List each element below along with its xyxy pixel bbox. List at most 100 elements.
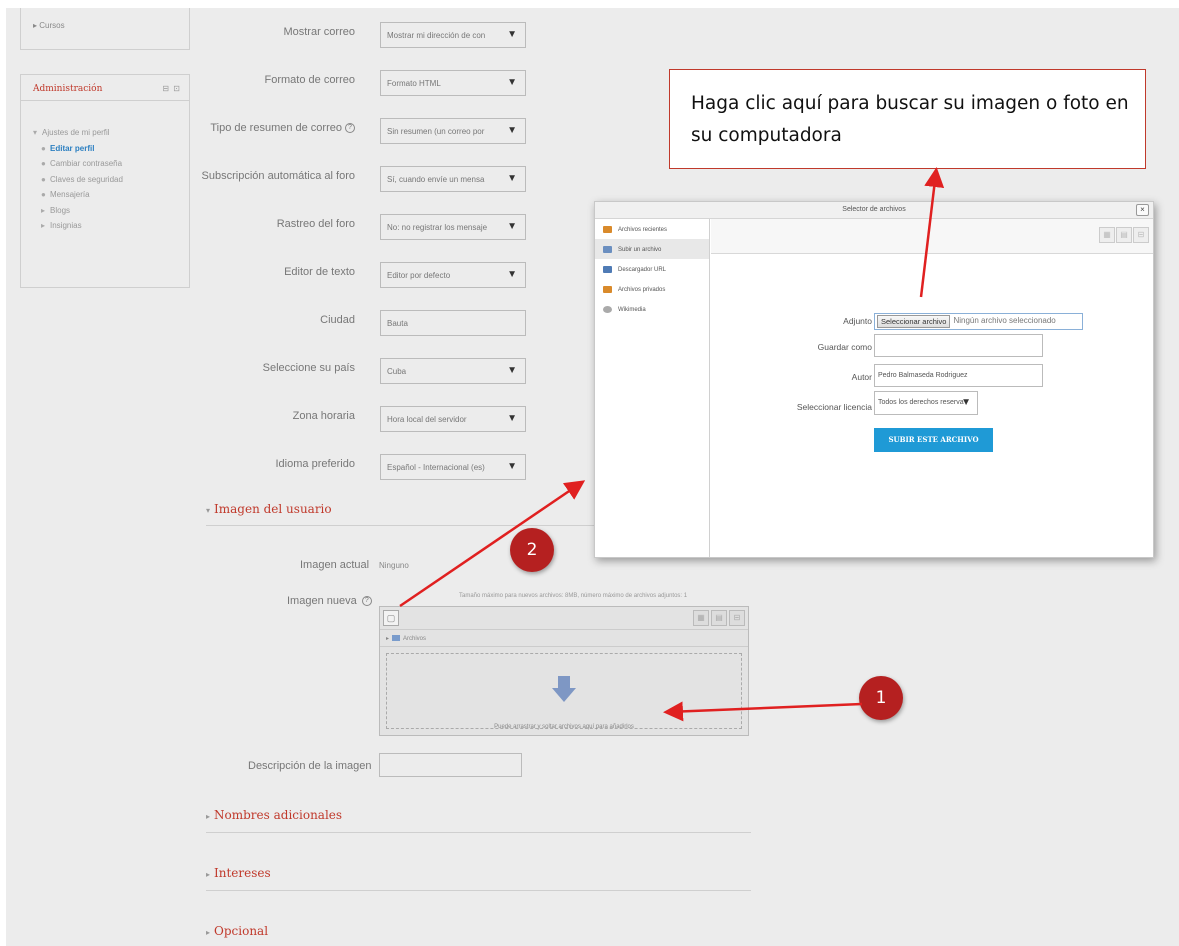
digest-type-text: Tipo de resumen de correo bbox=[210, 122, 342, 134]
close-icon[interactable]: × bbox=[1136, 204, 1149, 216]
text-editor-select[interactable]: Editor por defecto ▼ bbox=[380, 262, 526, 288]
private-files-icon bbox=[603, 286, 612, 293]
no-file-text: Ningún archivo seleccionado bbox=[953, 316, 1056, 325]
new-image-text: Imagen nueva bbox=[287, 595, 357, 607]
tree-view-icon[interactable]: ⊟ bbox=[1133, 227, 1149, 243]
forum-tracking-select[interactable]: No: no registrar los mensaje ▼ bbox=[380, 214, 526, 240]
collapse-icon: ▸ bbox=[206, 870, 211, 879]
email-format-select[interactable]: Formato HTML ▼ bbox=[380, 70, 526, 96]
repo-wikimedia[interactable]: Wikimedia bbox=[595, 299, 709, 319]
digest-type-select[interactable]: Sin resumen (un correo por ▼ bbox=[380, 118, 526, 144]
section-interests[interactable]: ▸ Intereses bbox=[206, 866, 271, 880]
select-value: Editor por defecto bbox=[387, 271, 451, 280]
image-description-label: Descripción de la imagen bbox=[248, 760, 372, 772]
profile-page: ▸ Cursos Administración ⊟ ⊡ ▾ Ajustes de … bbox=[6, 8, 1179, 946]
section-additional-names[interactable]: ▸ Nombres adicionales bbox=[206, 808, 342, 822]
download-arrow-icon bbox=[552, 676, 576, 702]
upload-file-button[interactable]: SUBIR ESTE ARCHIVO bbox=[874, 428, 993, 452]
repo-url-downloader[interactable]: Descargador URL bbox=[595, 259, 709, 279]
section-title: Intereses bbox=[214, 866, 271, 880]
sidebar-item-messaging[interactable]: ● Mensajería bbox=[33, 187, 123, 203]
country-label: Seleccione su país bbox=[262, 362, 355, 374]
block-controls-icon[interactable]: ⊟ ⊡ bbox=[162, 84, 181, 93]
repo-label: Subir un archivo bbox=[618, 247, 662, 254]
dropdown-arrow-icon: ▼ bbox=[961, 397, 971, 408]
section-user-image[interactable]: ▾ Imagen del usuario bbox=[206, 502, 332, 516]
attachment-label: Adjunto bbox=[843, 316, 872, 326]
sidebar-item-badges[interactable]: ▸ Insignias bbox=[33, 218, 123, 234]
sidebar-item-label: Ajustes de mi perfil bbox=[42, 128, 110, 137]
city-input[interactable]: Bauta bbox=[380, 310, 526, 336]
sidebar-item-profile-settings[interactable]: ▾ Ajustes de mi perfil bbox=[33, 125, 123, 141]
dropdown-arrow-icon: ▼ bbox=[507, 173, 517, 184]
sidebar-item-label: Blogs bbox=[50, 205, 71, 215]
section-optional[interactable]: ▸ Opcional bbox=[206, 924, 268, 938]
add-file-icon[interactable]: ▢ bbox=[383, 610, 399, 626]
repo-recent-files[interactable]: Archivos recientes bbox=[595, 219, 709, 239]
row-email-format: Formato de correo Formato HTML ▼ bbox=[196, 70, 531, 102]
repo-label: Archivos recientes bbox=[618, 227, 668, 234]
select-value: No: no registrar los mensaje bbox=[387, 223, 488, 232]
image-description-input[interactable] bbox=[379, 753, 522, 777]
file-picker-toolbar: ▦ ▤ ⊟ bbox=[711, 219, 1153, 254]
row-language: Idioma preferido Español - Internacional… bbox=[196, 454, 531, 486]
sidebar-item-label: Mensajería bbox=[50, 190, 90, 199]
file-input[interactable]: Seleccionar archivo Ningún archivo selecc… bbox=[874, 313, 1083, 330]
select-value: Cuba bbox=[387, 367, 407, 376]
choose-file-button[interactable]: Seleccionar archivo bbox=[877, 315, 951, 328]
repo-label: Archivos privados bbox=[618, 287, 666, 294]
list-view-icon[interactable]: ▤ bbox=[1116, 227, 1132, 243]
divider bbox=[206, 890, 751, 891]
sidebar-item-change-password[interactable]: ● Cambiar contraseña bbox=[33, 156, 123, 172]
row-digest-type: Tipo de resumen de correo? Sin resumen (… bbox=[196, 118, 531, 150]
repository-list: Archivos recientes Subir un archivo Desc… bbox=[595, 219, 710, 557]
dropdown-arrow-icon: ▼ bbox=[507, 125, 517, 136]
dropdown-arrow-icon: ▼ bbox=[507, 221, 517, 232]
tree-view-icon[interactable]: ⊟ bbox=[729, 610, 745, 626]
collapse-icon: ▸ bbox=[206, 812, 211, 821]
row-timezone: Zona horaria Hora local del servidor ▼ bbox=[196, 406, 531, 438]
breadcrumb: ▸ Archivos bbox=[380, 629, 748, 647]
expand-icon: ▾ bbox=[206, 506, 211, 515]
sidebar-item-edit-profile[interactable]: ● Editar perfil bbox=[33, 141, 123, 157]
courses-block: ▸ Cursos bbox=[20, 8, 190, 50]
section-title: Nombres adicionales bbox=[214, 808, 343, 822]
country-select[interactable]: Cuba ▼ bbox=[380, 358, 526, 384]
select-value: Todos los derechos reserva bbox=[878, 399, 964, 406]
language-label: Idioma preferido bbox=[275, 458, 356, 470]
dropdown-arrow-icon: ▼ bbox=[507, 29, 517, 40]
timezone-select[interactable]: Hora local del servidor ▼ bbox=[380, 406, 526, 432]
icon-view-icon[interactable]: ▦ bbox=[693, 610, 709, 626]
input-value: Pedro Balmaseda Rodriguez bbox=[878, 372, 968, 379]
auto-subscribe-select[interactable]: Sí, cuando envíe un mensa ▼ bbox=[380, 166, 526, 192]
email-format-label: Formato de correo bbox=[264, 74, 355, 86]
sidebar-item-security-keys[interactable]: ● Claves de seguridad bbox=[33, 172, 123, 188]
license-select[interactable]: Todos los derechos reserva ▼ bbox=[874, 391, 978, 415]
sidebar-item-label: Insignias bbox=[50, 221, 82, 230]
save-as-input[interactable] bbox=[874, 334, 1043, 357]
administration-list: ▾ Ajustes de mi perfil ● Editar perfil ● Ca… bbox=[33, 125, 123, 234]
file-picker-title: Selector de archivos bbox=[842, 206, 906, 213]
icon-view-icon[interactable]: ▦ bbox=[1099, 227, 1115, 243]
repo-upload-file[interactable]: Subir un archivo bbox=[595, 239, 709, 259]
bullet-icon: ● bbox=[41, 190, 46, 199]
list-view-icon[interactable]: ▤ bbox=[711, 610, 727, 626]
sidebar-item-courses[interactable]: ▸ Cursos bbox=[33, 21, 65, 30]
select-value: Hora local del servidor bbox=[387, 415, 467, 424]
save-as-label: Guardar como bbox=[817, 342, 872, 352]
recent-icon bbox=[603, 226, 612, 233]
select-value: Español - Internacional (es) bbox=[387, 463, 485, 472]
drop-zone[interactable]: Puede arrastrar y soltar archivos aquí p… bbox=[386, 653, 742, 730]
repo-private-files[interactable]: Archivos privados bbox=[595, 279, 709, 299]
auto-subscribe-label: Subscripción automática al foro bbox=[201, 170, 355, 182]
collapse-icon: ▸ bbox=[41, 221, 46, 230]
author-input[interactable]: Pedro Balmaseda Rodriguez bbox=[874, 364, 1043, 387]
help-icon[interactable]: ? bbox=[361, 596, 372, 607]
sidebar-item-blogs[interactable]: ▸ Blogs bbox=[33, 203, 123, 219]
folder-label[interactable]: Archivos bbox=[403, 636, 426, 642]
help-icon[interactable]: ? bbox=[345, 123, 355, 134]
row-auto-subscribe: Subscripción automática al foro Sí, cuan… bbox=[196, 166, 531, 198]
new-image-label: Imagen nueva ? bbox=[287, 595, 372, 607]
language-select[interactable]: Español - Internacional (es) ▼ bbox=[380, 454, 526, 480]
show-email-select[interactable]: Mostrar mi dirección de con ▼ bbox=[380, 22, 526, 48]
